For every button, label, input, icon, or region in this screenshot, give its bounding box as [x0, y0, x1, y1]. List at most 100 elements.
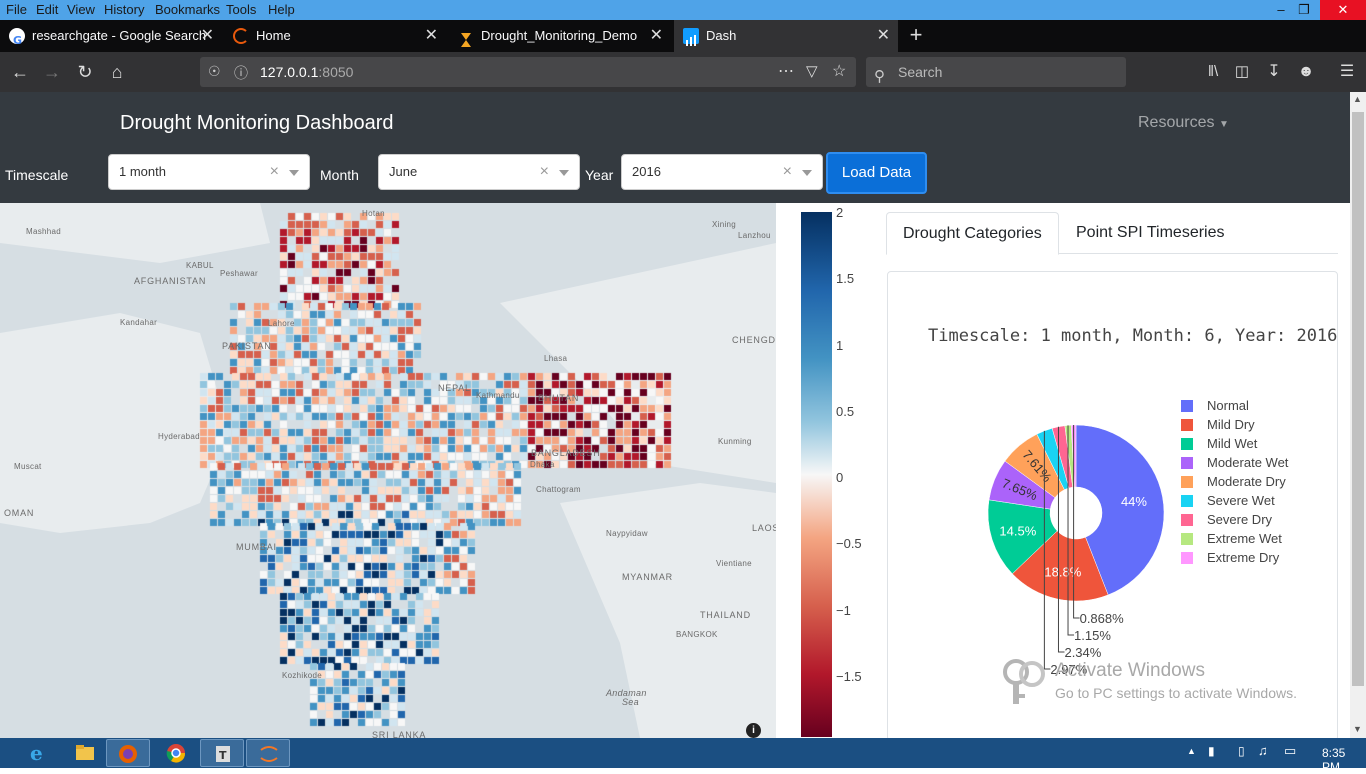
menu-help[interactable]: Help — [268, 2, 295, 17]
scrollbar-thumb[interactable] — [1352, 112, 1364, 686]
svg-text:T: T — [219, 749, 227, 762]
map-label: SRI LANKA — [372, 730, 427, 738]
colorbar-tick: −1.5 — [836, 669, 862, 684]
pie-chart: 44%18.8%14.5%7.65%7.61%2.97%2.34%1.15%0.… — [987, 424, 1165, 677]
more-actions-icon[interactable]: ⋯ — [778, 61, 794, 81]
url-bar[interactable]: ☉ ⓘ 127.0.0.1:8050 ⋯ ▽ ☆ — [200, 57, 856, 87]
action-center-icon[interactable]: ▭ — [1284, 743, 1296, 759]
url-host: 127.0.0.1 — [260, 64, 319, 80]
reload-icon[interactable]: ↻ — [71, 52, 99, 92]
forward-icon[interactable]: → — [38, 52, 66, 92]
menu-bar: File Edit View History Bookmarks Tools H… — [0, 0, 1366, 20]
svg-text:G: G — [13, 34, 22, 47]
map-label: Peshawar — [220, 269, 258, 278]
scroll-up-icon[interactable]: ▲ — [1353, 94, 1362, 104]
map-label: Kandahar — [120, 318, 158, 327]
tab-point-spi-timeseries[interactable]: Point SPI Timeseries — [1060, 212, 1241, 254]
chevron-down-icon[interactable] — [559, 170, 569, 176]
restore-icon[interactable]: ❐ — [1287, 0, 1321, 20]
legend-swatch — [1181, 552, 1193, 564]
menu-tools[interactable]: Tools — [226, 2, 256, 17]
colorbar-tick: 1.5 — [836, 271, 855, 286]
new-tab-icon[interactable]: + — [904, 20, 928, 52]
svg-text:e: e — [30, 741, 43, 765]
jupyter-taskbar-icon[interactable] — [246, 739, 290, 767]
map-label: Kozhikode — [282, 671, 323, 680]
jupyter-icon — [233, 28, 249, 44]
colorbar-tick: 1 — [836, 338, 844, 353]
app-header: Drought Monitoring Dashboard Resources ▼… — [0, 92, 1350, 203]
tab-home[interactable]: Home ✕ — [224, 20, 446, 52]
activate-windows-title: Activate Windows — [1055, 660, 1205, 681]
clear-icon[interactable]: × — [783, 155, 792, 189]
shield-icon[interactable]: ☉ — [208, 63, 221, 80]
map-label: BANGKOK — [676, 630, 718, 639]
map-label: Xining — [712, 220, 737, 229]
year-select[interactable]: 2016 × — [621, 154, 823, 190]
load-data-button[interactable]: Load Data — [826, 152, 927, 194]
close-tab-icon[interactable]: ✕ — [877, 20, 890, 52]
ie-icon[interactable]: e — [16, 739, 60, 767]
legend-label: Extreme Wet — [1207, 531, 1282, 546]
spi-map[interactable]: Hotan Mashhad AFGHANISTAN KABUL Peshawar… — [0, 203, 776, 738]
volume-icon[interactable]: ♫ — [1258, 743, 1268, 758]
menu-view[interactable]: View — [67, 2, 95, 17]
hamburger-menu-icon[interactable]: ☰ — [1333, 52, 1361, 92]
map-label: Vientiane — [716, 559, 752, 568]
home-icon[interactable]: ⌂ — [103, 52, 131, 92]
menu-history[interactable]: History — [104, 2, 144, 17]
signal-icon[interactable]: ▮ — [1208, 744, 1215, 758]
firefox-icon[interactable] — [106, 739, 150, 767]
chrome-icon[interactable] — [154, 739, 198, 767]
tray-expand-icon[interactable]: ▲ — [1187, 746, 1196, 756]
file-explorer-icon[interactable] — [62, 739, 106, 767]
clear-icon[interactable]: × — [540, 155, 549, 189]
search-input[interactable]: ⚲ Search — [866, 57, 1126, 87]
map-label: MUMBAI — [236, 542, 277, 552]
bookmark-star-icon[interactable]: ☆ — [832, 61, 846, 81]
library-icon[interactable]: ‖\ — [1199, 52, 1227, 92]
tab-drought-demo[interactable]: Drought_Monitoring_Demo ✕ — [449, 20, 671, 52]
taskbar-clock: 8:35 PM — [1322, 746, 1346, 774]
map-label: Chattogram — [536, 485, 581, 494]
download-icon[interactable]: ↧ — [1260, 52, 1288, 92]
window-close-icon[interactable]: ✕ — [1320, 0, 1366, 20]
clear-icon[interactable]: × — [270, 155, 279, 189]
url-text[interactable]: 127.0.0.1:8050 — [260, 57, 353, 87]
menu-file[interactable]: File — [6, 2, 27, 17]
tab-researchgate[interactable]: G researchgate - Google Search ✕ — [0, 20, 222, 52]
dash-icon — [683, 28, 699, 46]
legend-swatch — [1181, 533, 1193, 545]
tab-dash[interactable]: Dash ✕ — [674, 20, 898, 52]
colorbar-tick: 2 — [836, 205, 844, 220]
hourglass-icon — [458, 28, 474, 47]
menu-edit[interactable]: Edit — [36, 2, 58, 17]
battery-icon[interactable]: ▯ — [1238, 744, 1245, 758]
map-label: NEPAL — [438, 383, 471, 393]
pie-value-label: 1.15% — [1074, 628, 1111, 643]
map-info-icon[interactable]: i — [746, 723, 761, 738]
chevron-down-icon[interactable] — [289, 170, 299, 176]
map-label: Naypyidaw — [606, 529, 648, 538]
timescale-select[interactable]: 1 month × — [108, 154, 310, 190]
close-tab-icon[interactable]: ✕ — [201, 20, 214, 52]
pocket-icon[interactable]: ▽ — [806, 62, 818, 80]
legend-label: Severe Wet — [1207, 493, 1275, 508]
search-placeholder: Search — [898, 64, 943, 80]
back-icon[interactable]: ← — [6, 52, 34, 92]
chevron-down-icon[interactable] — [802, 170, 812, 176]
month-select[interactable]: June × — [378, 154, 580, 190]
map-label: Lahore — [268, 319, 295, 328]
tab-drought-categories[interactable]: Drought Categories — [886, 212, 1059, 255]
close-tab-icon[interactable]: ✕ — [425, 20, 438, 52]
close-tab-icon[interactable]: ✕ — [650, 20, 663, 52]
info-icon[interactable]: ⓘ — [234, 63, 248, 83]
map-label: Mashhad — [26, 227, 62, 236]
sidebar-icon[interactable]: ◫ — [1228, 52, 1256, 92]
map-label: Kathmandu — [476, 391, 520, 400]
menu-bookmarks[interactable]: Bookmarks — [155, 2, 220, 17]
resources-dropdown[interactable]: Resources ▼ — [1138, 114, 1229, 132]
account-icon[interactable]: ☻ — [1292, 52, 1320, 92]
scroll-down-icon[interactable]: ▼ — [1353, 724, 1362, 734]
typora-icon[interactable]: T — [200, 739, 244, 767]
